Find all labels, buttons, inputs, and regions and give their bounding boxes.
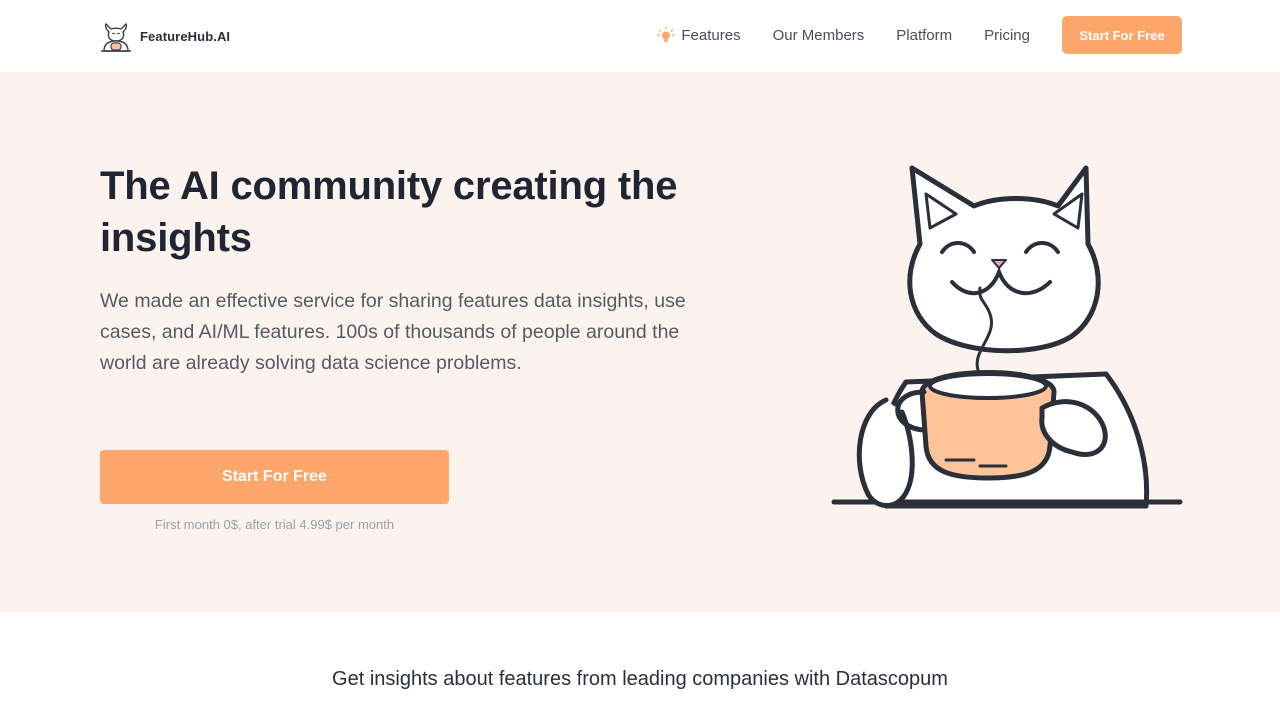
nav-label-platform: Platform — [896, 26, 953, 44]
nav-label-our-members: Our Members — [772, 26, 865, 44]
nav-item-platform[interactable]: Platform — [896, 27, 952, 44]
hero-section: The AI community creating the insights W… — [0, 72, 1280, 612]
nav-item-features[interactable]: Features — [657, 26, 741, 44]
hero-title: The AI community creating the insights — [100, 164, 678, 260]
nav-label-pricing: Pricing — [984, 26, 1030, 44]
brand-name: FeatureHub.AI — [140, 28, 231, 44]
hero-start-free-button[interactable]: Start For Free — [100, 450, 449, 504]
nav-label-features: Features — [681, 26, 741, 44]
header-start-free-button[interactable]: Start For Free — [1062, 16, 1182, 54]
lightbulb-icon — [657, 26, 676, 42]
cat-drinking-coffee-illustration — [831, 165, 1183, 509]
site-header: FeatureHub.AI Features Our Members Platf… — [0, 0, 1280, 72]
main-nav: Features Our Members Platform Pricing St… — [657, 16, 1182, 54]
cat-mascot-logo-icon — [101, 22, 131, 52]
nav-item-pricing[interactable]: Pricing — [984, 27, 1030, 44]
brand-link[interactable]: FeatureHub.AI — [100, 18, 230, 54]
insights-heading: Get insights about features from leading… — [332, 668, 948, 690]
hero-description: We made an effective service for sharing… — [100, 290, 686, 374]
pricing-note: First month 0$, after trial 4.99$ per mo… — [154, 517, 395, 532]
nav-item-our-members[interactable]: Our Members — [773, 27, 865, 44]
